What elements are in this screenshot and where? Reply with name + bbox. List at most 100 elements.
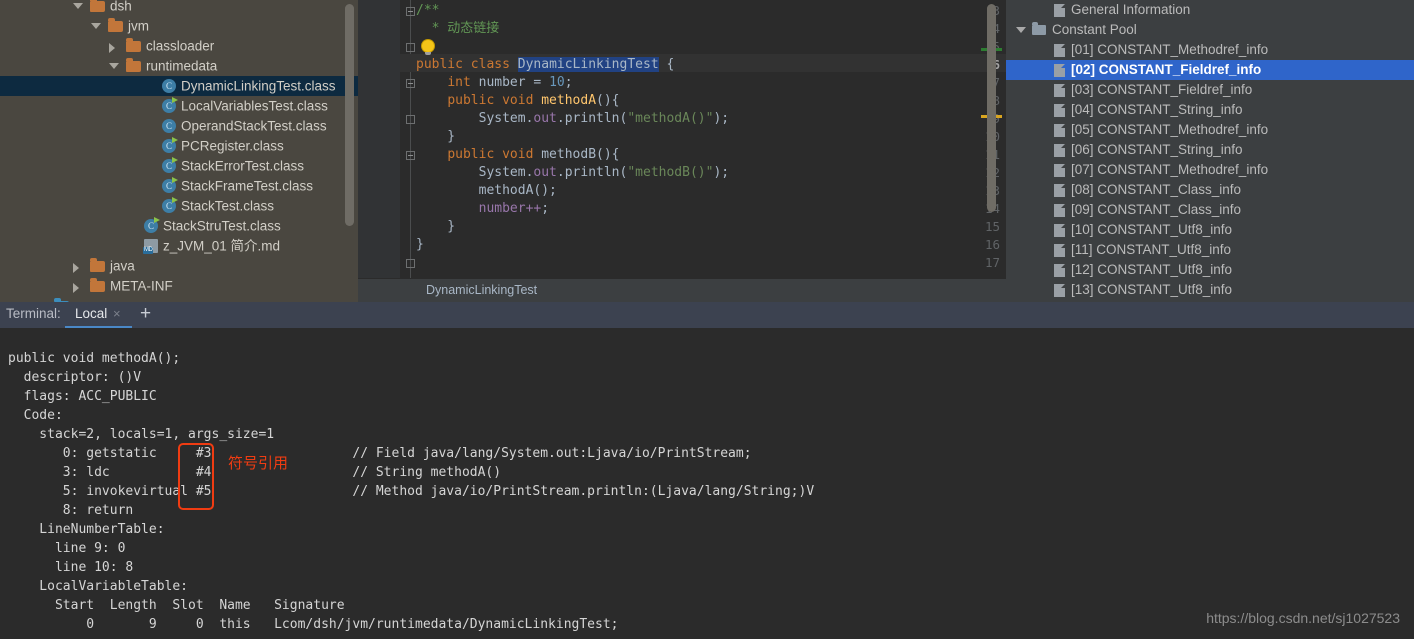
tree-item[interactable]: dsh [0, 0, 358, 16]
code-line: System.out.println("methodA()"); [416, 111, 730, 126]
structure-item[interactable]: [11] CONSTANT_Utf8_info [1006, 240, 1414, 260]
folder-icon [90, 277, 105, 292]
tree-item[interactable]: C StackErrorTest.class [0, 156, 358, 176]
editor-gutter[interactable] [358, 0, 400, 278]
folder-icon [90, 257, 105, 272]
structure-item[interactable]: [04] CONSTANT_String_info [1006, 100, 1414, 120]
structure-item[interactable]: [05] CONSTANT_Methodref_info [1006, 120, 1414, 140]
chevron-right-icon[interactable] [72, 276, 84, 296]
structure-item[interactable]: [01] CONSTANT_Methodref_info [1006, 40, 1414, 60]
file-icon [1054, 163, 1065, 177]
tree-item[interactable]: classloader [0, 36, 358, 56]
file-icon [1054, 43, 1065, 57]
structure-item[interactable]: [08] CONSTANT_Class_info [1006, 180, 1414, 200]
java-runnable-class-icon: C [162, 177, 178, 194]
tree-item[interactable]: C DynamicLinkingTest.class [0, 76, 358, 96]
structure-item-label: [11] CONSTANT_Utf8_info [1071, 242, 1232, 257]
structure-item[interactable]: [13] CONSTANT_Utf8_info [1006, 280, 1414, 300]
chevron-right-icon[interactable] [72, 256, 84, 276]
tree-item-label: classloader [146, 38, 215, 54]
breadcrumb-label: DynamicLinkingTest [426, 283, 538, 297]
structure-item-label: [07] CONSTANT_Methodref_info [1071, 162, 1269, 177]
structure-item[interactable]: [07] CONSTANT_Methodref_info [1006, 160, 1414, 180]
tree-item-label: java [110, 258, 135, 274]
tree-item[interactable]: C StackFrameTest.class [0, 176, 358, 196]
fold-marker[interactable] [406, 43, 415, 52]
chevron-down-icon[interactable] [90, 16, 102, 36]
terminal-line: 8: return [8, 503, 134, 518]
structure-item-label: [06] CONSTANT_String_info [1071, 142, 1243, 157]
tree-item[interactable]: META-INF [0, 276, 358, 296]
project-tree-list: dsh jvm classloader runtimedata C DynamicLink… [0, 0, 358, 302]
terminal-line: public void methodA(); [8, 351, 181, 366]
tree-item[interactable]: z_JVM_01 简介.md [0, 236, 358, 256]
project-tree-scrollbar[interactable] [345, 4, 354, 226]
chevron-right-icon[interactable] [108, 36, 120, 56]
terminal-line: Code: [8, 408, 63, 423]
tree-item[interactable]: java [0, 256, 358, 276]
close-icon[interactable]: × [113, 306, 121, 321]
tree-item[interactable]: C PCRegister.class [0, 136, 358, 156]
terminal-label: Terminal: [6, 306, 61, 321]
ide-window: dsh jvm classloader runtimedata C DynamicLink… [0, 0, 1414, 639]
editor-panel[interactable]: 34567891011121314151617 /** * 动态链接 publi… [358, 0, 1006, 303]
file-icon [1054, 263, 1065, 277]
fold-marker[interactable] [406, 259, 415, 268]
java-class-icon: C [162, 119, 176, 134]
tree-item[interactable]: C StackTest.class [0, 196, 358, 216]
structure-item[interactable]: [12] CONSTANT_Utf8_info [1006, 260, 1414, 280]
structure-item[interactable]: [03] CONSTANT_Fieldref_info [1006, 80, 1414, 100]
file-icon [1054, 63, 1065, 77]
tree-item[interactable]: C LocalVariablesTest.class [0, 96, 358, 116]
editor-scrollbar[interactable] [987, 4, 996, 212]
tree-item[interactable]: C OperandStackTest.class [0, 116, 358, 136]
code-text[interactable]: /** * 动态链接 public class DynamicLinkingTe… [416, 0, 1006, 278]
file-icon [1054, 103, 1065, 117]
file-icon [1054, 3, 1065, 17]
tree-item[interactable]: jvm [0, 16, 358, 36]
terminal-line: LineNumberTable: [8, 522, 165, 537]
breadcrumb[interactable]: DynamicLinkingTest [358, 278, 1006, 303]
structure-item[interactable]: [02] CONSTANT_Fieldref_info [1006, 60, 1414, 80]
terminal-line: stack=2, locals=1, args_size=1 [8, 427, 275, 442]
fold-marker[interactable] [406, 79, 415, 88]
fold-marker[interactable] [406, 115, 415, 124]
fold-marker[interactable] [406, 151, 415, 160]
java-runnable-class-icon: C [144, 217, 160, 234]
structure-item-label: [03] CONSTANT_Fieldref_info [1071, 82, 1253, 97]
tree-item-label: runtimedata [146, 58, 218, 74]
terminal-tab-local[interactable]: Local [75, 306, 107, 321]
code-line: int number = 10; [447, 75, 573, 90]
tree-item-label: PCRegister.class [181, 138, 284, 154]
chevron-down-icon[interactable] [108, 56, 120, 76]
project-tree-panel[interactable]: dsh jvm classloader runtimedata C DynamicLink… [0, 0, 358, 302]
structure-item[interactable]: Constant Pool [1006, 20, 1414, 40]
folder-icon [108, 17, 123, 32]
tree-item-label: StackStruTest.class [163, 218, 281, 234]
add-tab-icon[interactable]: + [140, 303, 151, 325]
terminal-toolbar[interactable]: Terminal: Local × + [0, 302, 1414, 328]
structure-item[interactable]: [09] CONSTANT_Class_info [1006, 200, 1414, 220]
structure-item-label: [10] CONSTANT_Utf8_info [1071, 222, 1233, 237]
structure-panel[interactable]: General Information Constant Pool [01] CON… [1006, 0, 1414, 302]
terminal-line: descriptor: ()V [8, 370, 142, 385]
code-line: * 动态链接 [416, 21, 500, 36]
structure-item[interactable]: [06] CONSTANT_String_info [1006, 140, 1414, 160]
tree-item[interactable]: runtimedata [0, 56, 358, 76]
terminal-line: 0 9 0 this Lcom/dsh/jvm/runtimedata/Dyna… [8, 617, 619, 632]
structure-item[interactable]: General Information [1006, 0, 1414, 20]
chevron-down-icon [1016, 27, 1026, 33]
chevron-down-icon[interactable] [72, 0, 84, 16]
symbolic-reference-box [178, 443, 214, 510]
structure-item[interactable]: [10] CONSTANT_Utf8_info [1006, 220, 1414, 240]
terminal-line: line 10: 8 [8, 560, 134, 575]
tree-item-label: jvm [128, 18, 149, 34]
fold-marker[interactable] [406, 7, 415, 16]
tree-item[interactable]: C StackStruTest.class [0, 216, 358, 236]
java-runnable-class-icon: C [162, 157, 178, 174]
tree-item-label: z_JVM_01 简介.md [163, 238, 281, 254]
